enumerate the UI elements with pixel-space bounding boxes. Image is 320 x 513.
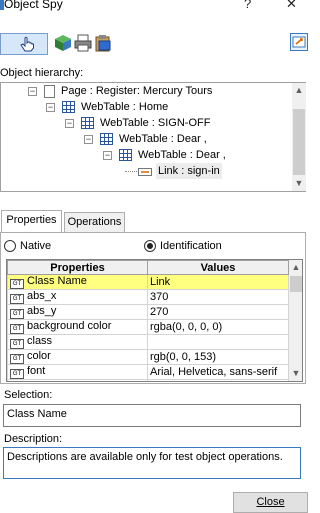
value-cell[interactable]: rgb(0, 0, 153)	[147, 349, 289, 365]
close-button[interactable]: Close	[233, 492, 308, 513]
scroll-up-icon[interactable]: ▲	[289, 262, 302, 272]
collapse-icon[interactable]: −	[65, 119, 74, 128]
value-cell[interactable]: Link	[147, 274, 289, 290]
tab-operations[interactable]: Operations	[64, 212, 125, 232]
property-cell[interactable]: GTheight	[7, 379, 148, 382]
grid-header-row: Properties Values	[7, 260, 289, 275]
native-radio[interactable]	[4, 240, 16, 252]
table-row[interactable]: GT background color rgba(0, 0, 0, 0)	[7, 319, 289, 335]
properties-table: Properties Values GT Class Name Link GT ab…	[7, 260, 289, 382]
identification-radio-label[interactable]: Identification	[160, 240, 222, 252]
property-name: font	[27, 365, 46, 378]
property-icon: GT	[10, 309, 24, 319]
selection-field[interactable]: Class Name	[3, 404, 301, 427]
description-field[interactable]: Descriptions are available only for test…	[3, 447, 301, 479]
property-name: background color	[27, 320, 112, 333]
properties-grid[interactable]: Properties Values GT Class Name Link GT ab…	[6, 259, 303, 382]
clipboard-icon[interactable]	[94, 34, 112, 52]
table-row[interactable]: GT font Arial, Helvetica, sans-serif	[7, 364, 289, 380]
collapse-icon[interactable]: −	[84, 135, 93, 144]
scroll-down-icon[interactable]: ▼	[289, 368, 302, 378]
scroll-thumb[interactable]	[290, 276, 302, 292]
spy-pointer-button[interactable]	[0, 33, 48, 55]
collapse-icon[interactable]: −	[103, 151, 112, 160]
value-cell[interactable]: 15	[147, 379, 289, 381]
property-icon: GT	[10, 354, 24, 364]
value-cell[interactable]	[147, 334, 289, 350]
highlight-window-icon[interactable]	[290, 33, 308, 51]
column-header-properties[interactable]: Properties	[7, 260, 148, 275]
table-row[interactable]: GT class	[7, 334, 289, 350]
property-cell[interactable]: GT background color	[7, 319, 148, 335]
tree-node-webtable-dear-2[interactable]: WebTable : Dear ,	[138, 147, 226, 163]
table-row[interactable]: GT Class Name Link	[7, 274, 289, 290]
value-cell[interactable]: 370	[147, 289, 289, 305]
printer-icon[interactable]	[74, 34, 92, 52]
identification-radio[interactable]	[144, 240, 156, 252]
property-icon: GT	[10, 324, 24, 334]
link-icon	[138, 168, 152, 176]
page-icon	[44, 85, 55, 98]
table-icon	[100, 133, 113, 145]
property-icon: GT	[10, 279, 24, 289]
object-hierarchy-label: Object hierarchy:	[0, 67, 84, 79]
help-button[interactable]: ?	[244, 0, 251, 11]
native-radio-label[interactable]: Native	[20, 240, 51, 252]
table-row[interactable]: GT abs_y 270	[7, 304, 289, 320]
table-icon	[81, 117, 94, 129]
close-window-button[interactable]: ✕	[286, 0, 297, 12]
tree-connector	[125, 171, 137, 172]
property-name: Class Name	[27, 275, 87, 288]
table-row[interactable]: GT color rgb(0, 0, 153)	[7, 349, 289, 365]
object-hierarchy-tree[interactable]: − Page : Register: Mercury Tours − WebTa…	[0, 82, 306, 192]
title-bar: Object Spy ? ✕	[0, 0, 314, 16]
selection-label: Selection:	[4, 389, 53, 401]
table-row[interactable]: GT abs_x 370	[7, 289, 289, 305]
scroll-up-icon[interactable]: ▲	[292, 85, 306, 95]
scroll-down-icon[interactable]: ▼	[292, 178, 306, 188]
property-cell[interactable]: GT abs_y	[7, 304, 148, 320]
window-title: Object Spy	[4, 0, 63, 11]
value-cell[interactable]: 270	[147, 304, 289, 320]
tree-node-page[interactable]: Page : Register: Mercury Tours	[61, 83, 212, 99]
table-row[interactable]: GTheight 15	[7, 379, 289, 382]
column-header-values[interactable]: Values	[147, 260, 289, 275]
hand-pointer-icon	[20, 36, 34, 52]
tree-node-webtable-dear-1[interactable]: WebTable : Dear ,	[119, 131, 207, 147]
property-cell[interactable]: GT color	[7, 349, 148, 365]
property-name: abs_x	[27, 290, 57, 303]
property-name: class	[27, 335, 53, 348]
tree-scrollbar[interactable]: ▲ ▼	[292, 83, 306, 191]
object-cube-icon[interactable]	[54, 34, 72, 52]
tree-node-link-sign-in[interactable]: Link : sign-in	[156, 163, 222, 179]
property-icon: GT	[10, 294, 24, 304]
scroll-thumb[interactable]	[293, 109, 305, 175]
property-name: color	[27, 350, 51, 363]
table-icon	[119, 149, 132, 161]
property-cell[interactable]: GT font	[7, 364, 148, 380]
property-cell[interactable]: GT class	[7, 334, 148, 350]
tree-node-webtable-sign-off[interactable]: WebTable : SIGN-OFF	[100, 115, 210, 131]
property-icon: GT	[10, 339, 24, 349]
value-cell[interactable]: Arial, Helvetica, sans-serif	[147, 364, 289, 380]
grid-scrollbar[interactable]: ▲ ▼	[289, 260, 302, 381]
table-icon	[62, 101, 75, 113]
tree-node-webtable-home[interactable]: WebTable : Home	[81, 99, 168, 115]
description-label: Description:	[4, 433, 63, 445]
value-cell[interactable]: rgba(0, 0, 0, 0)	[147, 319, 289, 335]
property-name: height	[27, 381, 57, 382]
property-cell[interactable]: GT abs_x	[7, 289, 148, 305]
collapse-icon[interactable]: −	[28, 87, 37, 96]
collapse-icon[interactable]: −	[46, 103, 55, 112]
property-cell[interactable]: GT Class Name	[7, 274, 148, 290]
property-name: abs_y	[27, 305, 57, 318]
tab-properties[interactable]: Properties	[1, 210, 62, 232]
property-icon: GT	[10, 369, 24, 379]
close-button-label: Close	[256, 496, 285, 508]
